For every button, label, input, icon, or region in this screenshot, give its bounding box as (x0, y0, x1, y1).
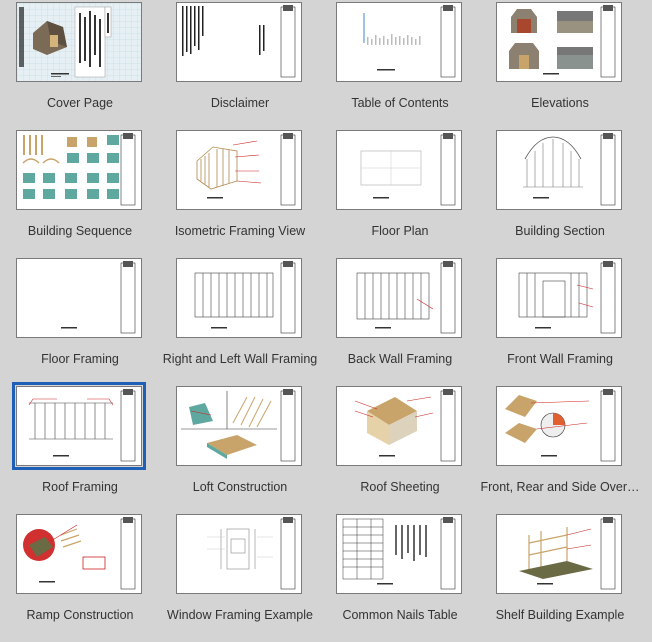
page-thumbnail-roof-framing[interactable]: Roof Framing (0, 382, 160, 512)
thumbnail-image (496, 258, 622, 338)
elevations-drawing (509, 5, 616, 78)
page-thumbnail-floor-framing[interactable]: Floor Framing (0, 256, 160, 384)
page-label: Building Section (515, 224, 605, 238)
page-thumbnail-back-wall-framing[interactable]: Back Wall Framing (320, 256, 480, 384)
thumbnail-image (336, 258, 462, 338)
page-label: Ramp Construction (26, 608, 134, 622)
page-thumbnail-isometric-framing-view[interactable]: Isometric Framing View (160, 128, 320, 256)
page-label: Elevations (531, 96, 589, 110)
page-thumbnail-front-wall-framing[interactable]: Front Wall Framing (480, 256, 640, 384)
page-label: Roof Sheeting (360, 480, 440, 494)
page-label: Isometric Framing View (174, 224, 306, 238)
page-thumbnail-table-of-contents[interactable]: Table of Contents (320, 0, 480, 128)
page-thumbnail-disclaimer[interactable]: Disclaimer (160, 0, 320, 128)
page-label: Disclaimer (210, 96, 270, 110)
toc-drawing (363, 5, 456, 78)
thumbnail-image (496, 2, 622, 82)
page-label: Back Wall Framing (347, 352, 453, 366)
window-framing-drawing (207, 517, 296, 590)
thumbnail-image (176, 514, 302, 594)
side-wall-drawing (194, 261, 296, 334)
back-wall-drawing (356, 261, 456, 334)
thumbnail-image (336, 386, 462, 466)
page-label: Floor Plan (371, 224, 429, 238)
thumbnail-image (336, 130, 462, 210)
isometric-drawing (196, 133, 296, 206)
roof-framing-drawing (28, 389, 136, 462)
page-thumbnail-building-section[interactable]: Building Section (480, 128, 640, 256)
page-label: Floor Framing (41, 352, 119, 366)
overhangs-drawing (505, 389, 616, 462)
page-thumbnail-window-framing-example[interactable]: Window Framing Example (160, 512, 320, 640)
page-thumbnail-building-sequence[interactable]: Building Sequence (0, 128, 160, 256)
section-drawing (523, 133, 616, 206)
thumbnail-image (336, 514, 462, 594)
thumbnail-image (176, 2, 302, 82)
page-thumbnail-shelf-building-example[interactable]: Shelf Building Example (480, 512, 640, 640)
page-thumbnail-front-rear-side-overhangs[interactable]: Front, Rear and Side Over… (480, 384, 640, 512)
page-thumbnail-right-and-left-wall-framing[interactable]: Right and Left Wall Framing (160, 256, 320, 384)
ramp-drawing (23, 517, 136, 590)
thumbnail-image (176, 258, 302, 338)
thumbnail-image (496, 514, 622, 594)
page-thumbnail-loft-construction[interactable]: Loft Construction (160, 384, 320, 512)
page-thumbnail-roof-sheeting[interactable]: Roof Sheeting (320, 384, 480, 512)
front-wall-drawing (518, 261, 616, 334)
thumbnail-image (16, 2, 142, 82)
sequence-drawing (22, 133, 136, 206)
page-thumbnail-common-nails-table[interactable]: Common Nails Table (320, 512, 480, 640)
thumbnail-image (176, 130, 302, 210)
page-thumbnail-elevations[interactable]: Elevations (480, 0, 640, 128)
page-label: Common Nails Table (342, 608, 458, 622)
loft-drawing (181, 389, 296, 462)
thumbnail-image (176, 386, 302, 466)
page-label: Cover Page (46, 96, 113, 110)
thumbnail-image (16, 130, 142, 210)
page-label: Right and Left Wall Framing (162, 352, 318, 366)
thumbnail-image (496, 130, 622, 210)
page-label: Shelf Building Example (495, 608, 625, 622)
nails-table-drawing (342, 517, 456, 590)
thumbnail-image (12, 382, 146, 470)
page-label: Front, Rear and Side Over… (480, 480, 640, 494)
page-label: Loft Construction (192, 480, 288, 494)
floor-plan-drawing (360, 133, 456, 206)
thumbnail-image (496, 386, 622, 466)
page-label: Table of Contents (351, 96, 449, 110)
thumbnail-image (16, 258, 142, 338)
page-thumbnail-ramp-construction[interactable]: Ramp Construction (0, 512, 160, 640)
disclaimer-drawing (182, 5, 296, 78)
roof-sheeting-drawing (354, 389, 456, 462)
page-label: Roof Framing (42, 480, 118, 494)
thumbnail-image (336, 2, 462, 82)
page-label: Window Framing Example (167, 608, 313, 622)
page-thumbnail-grid: Cover Page Disclaimer Table of Contents … (0, 0, 652, 642)
cover-drawing (17, 3, 141, 81)
thumbnail-image (16, 514, 142, 594)
page-thumbnail-cover-page[interactable]: Cover Page (0, 0, 160, 128)
page-label: Building Sequence (27, 224, 133, 238)
floor-framing-drawing (61, 261, 136, 334)
page-thumbnail-floor-plan[interactable]: Floor Plan (320, 128, 480, 256)
page-label: Front Wall Framing (507, 352, 613, 366)
shelf-drawing (519, 517, 616, 590)
